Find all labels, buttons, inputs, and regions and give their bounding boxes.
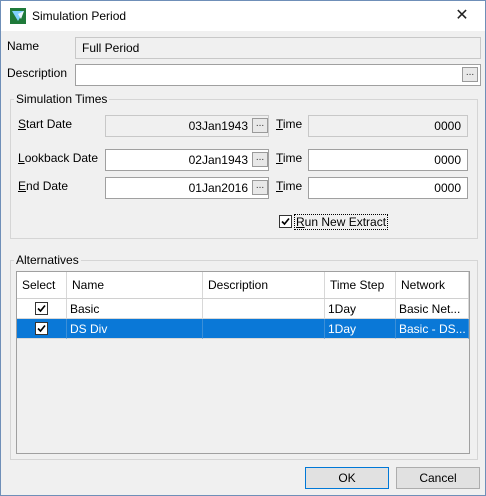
close-icon[interactable]: ✕: [439, 1, 485, 31]
column-header-select[interactable]: Select: [17, 272, 67, 298]
check-icon: [281, 217, 290, 226]
lookback-time-label: Time: [276, 151, 302, 165]
table-row-selected[interactable]: DS Div 1Day Basic - DS...: [17, 319, 469, 339]
description-field[interactable]: [75, 64, 481, 86]
row-select-checkbox[interactable]: [35, 302, 48, 315]
run-new-extract-mnemonic: R: [296, 215, 305, 229]
row-network-cell[interactable]: Basic - DS...: [396, 319, 469, 339]
description-label: Description: [7, 66, 68, 80]
start-date-field: 03Jan1943: [105, 115, 269, 137]
run-new-extract-label-text: un New Extract: [304, 215, 387, 229]
row-name-cell[interactable]: DS Div: [67, 319, 203, 339]
start-time-label: Time: [276, 117, 302, 131]
ok-button[interactable]: OK: [305, 467, 389, 489]
table-row[interactable]: Basic 1Day Basic Net...: [17, 299, 469, 319]
lookback-date-label-text: ookback Date: [24, 151, 99, 165]
alternatives-title: Alternatives: [14, 253, 81, 267]
description-browse-button[interactable]: ...: [462, 67, 478, 82]
run-new-extract-checkbox[interactable]: [279, 215, 292, 228]
column-header-description[interactable]: Description: [203, 272, 325, 298]
row-description-cell[interactable]: [203, 299, 325, 319]
end-time-label: Time: [276, 179, 302, 193]
end-time-label-mnemonic: T: [276, 179, 283, 193]
column-header-time-step[interactable]: Time Step: [325, 272, 396, 298]
check-icon: [37, 324, 46, 333]
cancel-button[interactable]: Cancel: [396, 467, 480, 489]
row-name-cell[interactable]: Basic: [67, 299, 203, 319]
row-description-cell[interactable]: [203, 319, 325, 339]
simulation-times-title: Simulation Times: [14, 92, 110, 106]
start-date-label-mnemonic: S: [18, 117, 27, 131]
start-time-label-mnemonic: T: [276, 117, 283, 131]
lookback-time-label-mnemonic: T: [276, 151, 283, 165]
row-select-cell[interactable]: [17, 319, 67, 339]
dialog-window: Simulation Period ✕ Name Full Period Des…: [0, 0, 486, 496]
title-bar[interactable]: Simulation Period ✕: [1, 1, 485, 31]
end-time-label-text: ime: [282, 179, 303, 193]
end-date-label-mnemonic: E: [18, 179, 27, 193]
window-title: Simulation Period: [32, 9, 127, 23]
column-header-name[interactable]: Name: [67, 272, 203, 298]
name-field: Full Period: [75, 37, 481, 59]
start-date-picker-button[interactable]: ...: [252, 118, 268, 133]
row-time-step-cell[interactable]: 1Day: [325, 299, 396, 319]
name-label: Name: [7, 39, 40, 53]
app-icon: [10, 8, 26, 24]
end-date-picker-button[interactable]: ...: [252, 180, 268, 195]
check-icon: [37, 304, 46, 313]
lookback-date-label-mnemonic: L: [18, 151, 25, 165]
row-time-step-cell[interactable]: 1Day: [325, 319, 396, 339]
run-new-extract-label[interactable]: Run New Extract: [293, 214, 389, 230]
start-time-field: 0000: [308, 115, 468, 137]
table-header: Select Name Description Time Step Networ…: [17, 272, 469, 299]
lookback-time-label-text: ime: [282, 151, 303, 165]
end-date-field[interactable]: 01Jan2016: [105, 177, 269, 199]
end-time-field[interactable]: 0000: [308, 177, 468, 199]
start-date-label: Start Date: [18, 117, 72, 131]
start-date-label-text: tart Date: [26, 117, 73, 131]
start-time-label-text: ime: [282, 117, 303, 131]
column-header-network[interactable]: Network: [396, 272, 469, 298]
end-date-label-text: nd Date: [26, 179, 69, 193]
row-network-cell[interactable]: Basic Net...: [396, 299, 469, 319]
lookback-time-field[interactable]: 0000: [308, 149, 468, 171]
end-date-label: End Date: [18, 179, 68, 193]
row-select-checkbox[interactable]: [35, 322, 48, 335]
lookback-date-picker-button[interactable]: ...: [252, 152, 268, 167]
alternatives-table[interactable]: Select Name Description Time Step Networ…: [16, 271, 470, 454]
row-select-cell[interactable]: [17, 299, 67, 319]
lookback-date-label: Lookback Date: [18, 151, 98, 165]
lookback-date-field[interactable]: 02Jan1943: [105, 149, 269, 171]
